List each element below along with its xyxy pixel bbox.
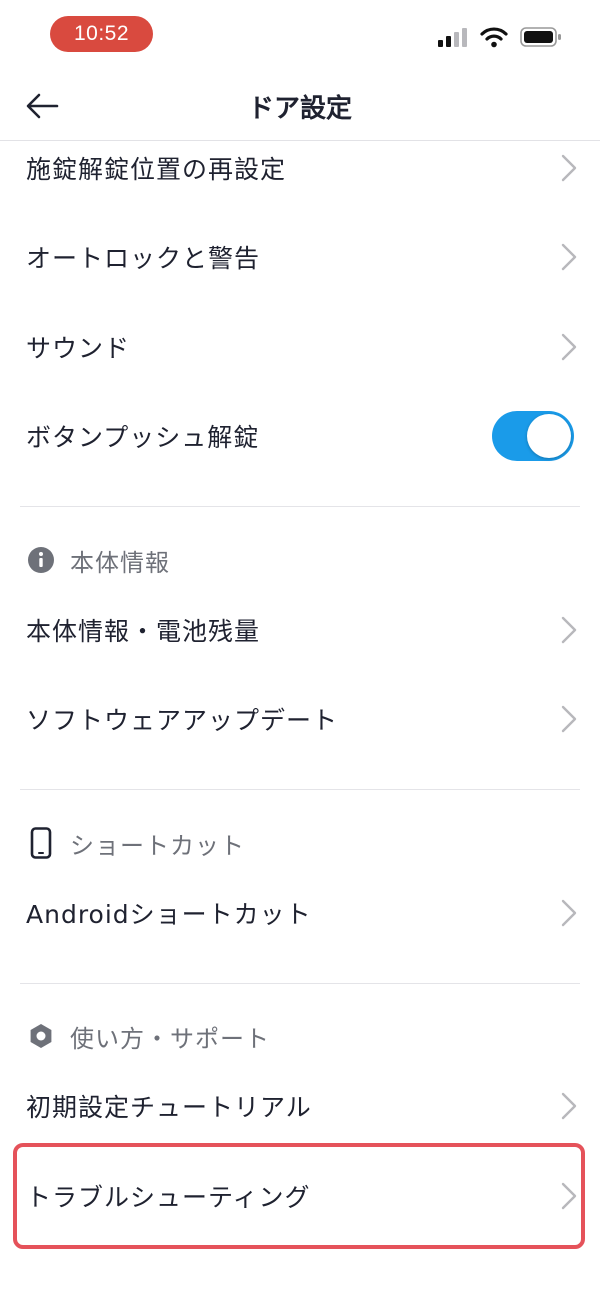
status-time: 10:52 [50,16,153,52]
row-label: Androidショートカット [26,900,312,929]
chevron-right-icon [561,899,577,927]
row-sound[interactable]: サウンド [0,303,600,391]
page-title: ドア設定 [247,94,352,124]
row-android-shortcut[interactable]: Androidショートカット [0,869,600,957]
row-info-battery[interactable]: 本体情報・電池残量 [0,586,600,674]
section-title: 使い方・サポート [70,1024,270,1053]
status-icons [438,26,562,52]
divider [20,789,580,790]
row-autolock[interactable]: オートロックと警告 [0,213,600,301]
row-label: 初期設定チュートリアル [26,1093,312,1122]
smartphone-icon [26,827,56,859]
section-device-info: 本体情報 [26,540,170,580]
section-shortcut: ショートカット [26,823,245,863]
button-push-toggle[interactable] [492,411,574,461]
status-bar: 10:52 [0,0,600,70]
chevron-right-icon [561,1182,577,1210]
row-label: 本体情報・電池残量 [26,617,261,646]
signal-icon [438,27,468,51]
row-lock-position[interactable]: 施錠解錠位置の再設定 [0,124,600,212]
row-label: オートロックと警告 [26,244,261,273]
row-label: トラブルシューティング [26,1183,311,1212]
section-title: ショートカット [70,831,245,860]
chevron-right-icon [561,1092,577,1120]
chevron-right-icon [561,154,577,182]
chevron-right-icon [561,333,577,361]
hexagon-nut-icon [26,1021,56,1051]
row-label: ボタンプッシュ解錠 [26,423,260,452]
battery-icon [520,26,562,52]
chevron-right-icon [561,705,577,733]
toggle-knob [527,414,571,458]
row-label: サウンド [26,334,131,363]
section-title: 本体情報 [70,548,170,577]
row-label: ソフトウェアアップデート [26,706,339,735]
row-tutorial[interactable]: 初期設定チュートリアル [0,1062,600,1150]
chevron-right-icon [561,616,577,644]
divider [20,506,580,507]
row-troubleshooting[interactable]: トラブルシューティング [0,1152,600,1240]
wifi-icon [480,26,508,52]
row-label: 施錠解錠位置の再設定 [26,155,287,184]
section-support: 使い方・サポート [26,1016,270,1056]
row-button-push: ボタンプッシュ解錠 [0,392,600,480]
chevron-right-icon [561,243,577,271]
divider [20,983,580,984]
row-software-update[interactable]: ソフトウェアアップデート [0,675,600,763]
info-icon [26,545,56,575]
